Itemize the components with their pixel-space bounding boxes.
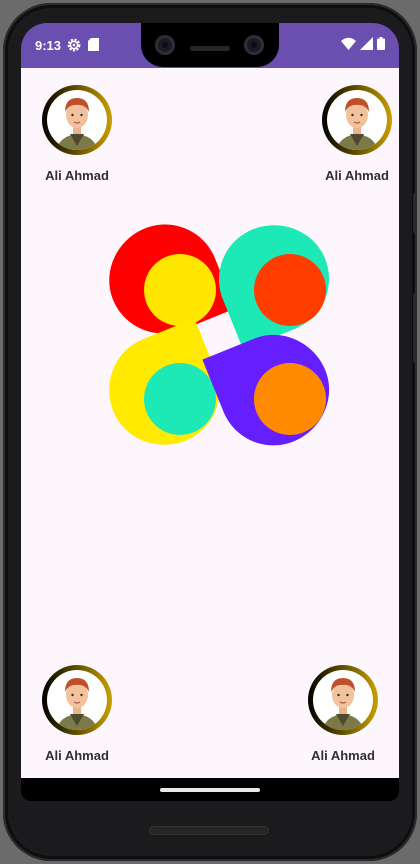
cell-signal-icon [360, 37, 373, 55]
battery-icon [377, 37, 385, 55]
avatar[interactable] [321, 84, 393, 156]
profile-card-top-right[interactable]: Ali Ahmad [312, 84, 399, 183]
wifi-icon [341, 37, 356, 55]
earpiece [190, 46, 230, 51]
avatar[interactable] [307, 664, 379, 736]
power-button [413, 193, 417, 233]
volume-button [413, 293, 417, 363]
petal-bottom-right-inner [254, 363, 326, 435]
front-camera [155, 35, 175, 55]
petal-top-right [219, 225, 329, 350]
bottom-speaker [149, 826, 269, 835]
front-sensor [244, 35, 264, 55]
petal-graphic [109, 224, 330, 446]
profile-name: Ali Ahmad [325, 168, 389, 183]
petal-top-left-inner [144, 254, 216, 326]
petal-bottom-left-inner [144, 363, 216, 435]
profile-name: Ali Ahmad [311, 748, 375, 763]
settings-gear-icon [67, 38, 81, 57]
avatar[interactable] [41, 664, 113, 736]
sd-card-icon [88, 38, 99, 56]
screen: 9:13 Ali Ahmad Ali Ahmad Ali Ahmad Ali A… [21, 23, 399, 801]
app-content: Ali Ahmad Ali Ahmad Ali Ahmad Ali Ahmad [21, 68, 399, 778]
profile-name: Ali Ahmad [45, 748, 109, 763]
profile-card-bottom-left[interactable]: Ali Ahmad [32, 664, 122, 763]
profile-card-bottom-right[interactable]: Ali Ahmad [298, 664, 388, 763]
petal-top-right-inner [254, 254, 326, 326]
status-time: 9:13 [35, 38, 62, 53]
profile-name: Ali Ahmad [45, 168, 109, 183]
avatar[interactable] [41, 84, 113, 156]
home-gesture-handle[interactable] [160, 788, 260, 792]
status-icons [341, 37, 385, 55]
camera-notch [141, 23, 279, 67]
petal-bottom-right [202, 334, 330, 446]
profile-card-top-left[interactable]: Ali Ahmad [32, 84, 122, 183]
navigation-bar [21, 778, 399, 801]
